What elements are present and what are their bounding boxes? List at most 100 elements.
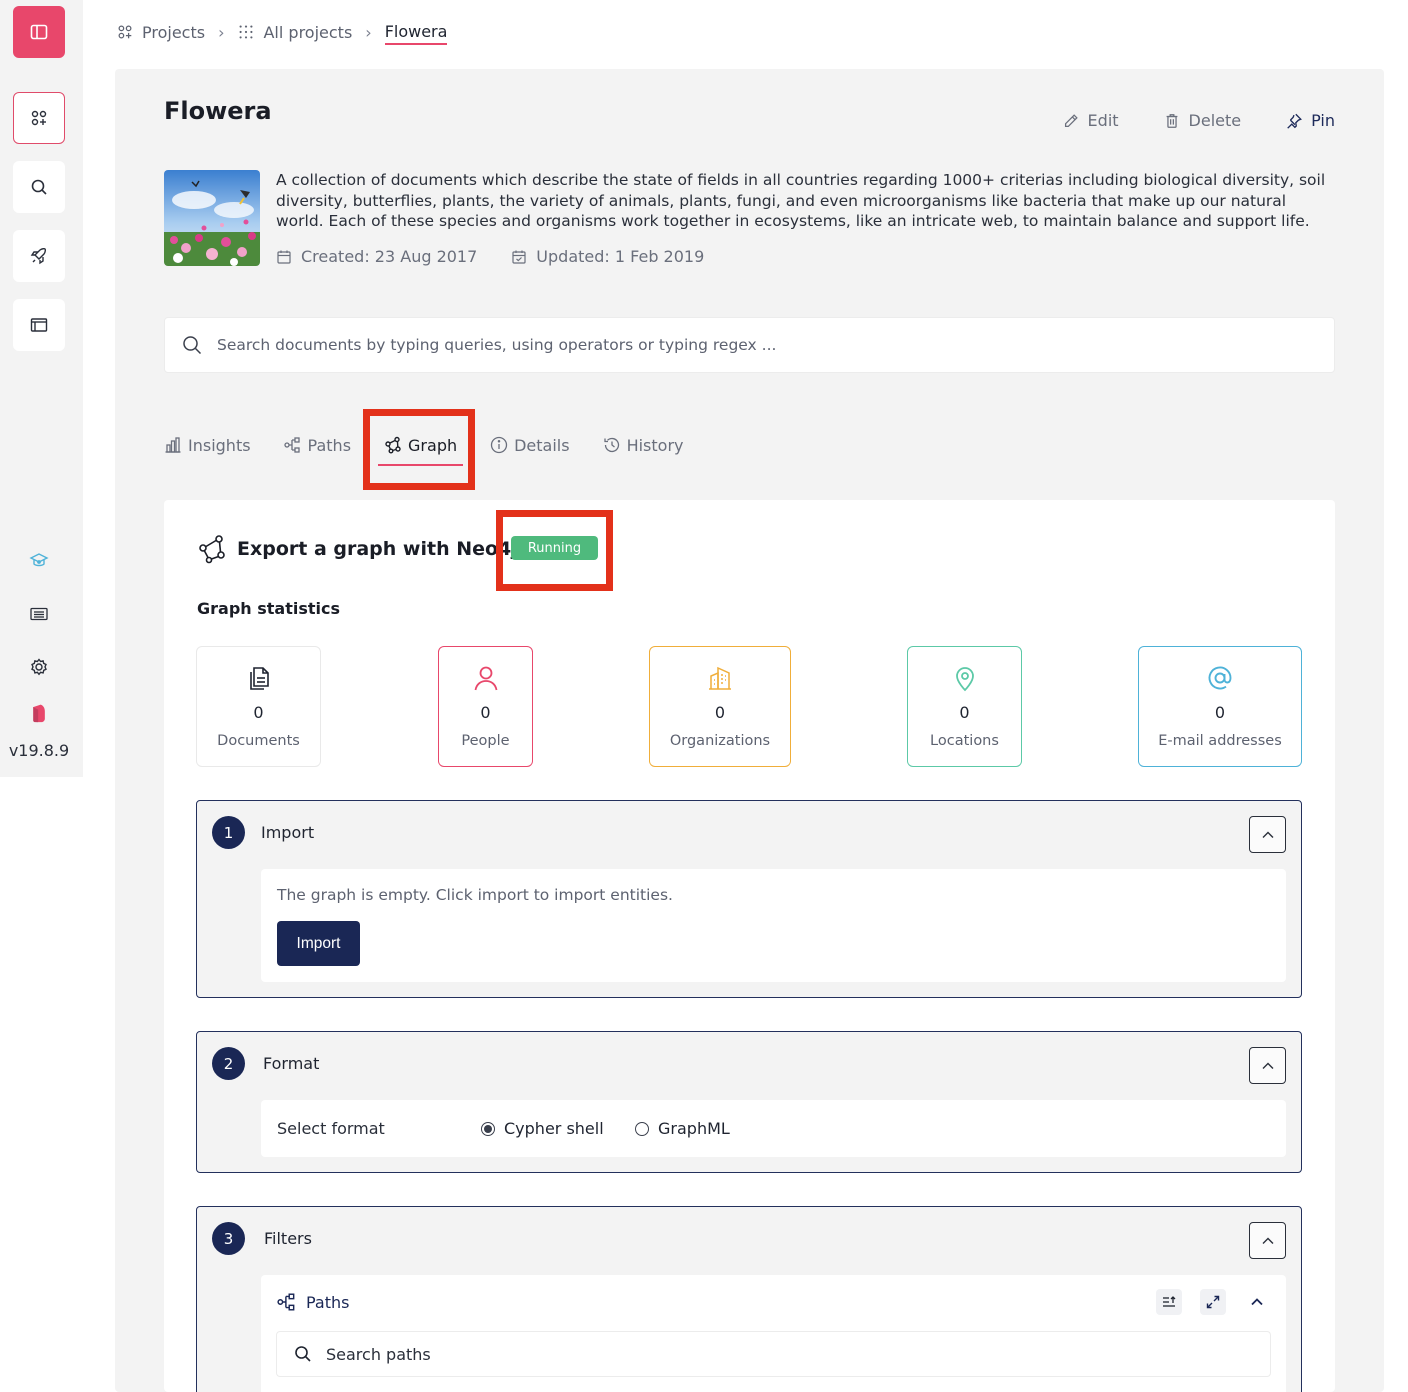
delete-label: Delete	[1188, 111, 1242, 130]
tab-history[interactable]: History	[603, 426, 684, 464]
edit-button[interactable]: Edit	[1062, 111, 1119, 130]
step-number: 2	[212, 1047, 245, 1080]
import-panel: The graph is empty. Click import to impo…	[261, 869, 1286, 982]
pin-button[interactable]: Pin	[1285, 111, 1335, 130]
paths-filter-tools	[1156, 1289, 1270, 1315]
format-option-cypher-shell[interactable]: Cypher shell	[481, 1119, 604, 1138]
format-section-title: Format	[263, 1054, 320, 1073]
stat-email-addresses-label: E-mail addresses	[1158, 733, 1282, 749]
project-actions: Edit Delete Pin	[1062, 111, 1335, 130]
stat-organizations-label: Organizations	[669, 733, 771, 749]
breadcrumb-all-projects[interactable]: All projects	[237, 23, 352, 42]
step-number: 3	[212, 1222, 245, 1255]
chevron-right-icon: ›	[218, 22, 225, 42]
search-icon	[183, 336, 202, 355]
search-icon	[295, 1346, 311, 1362]
paths-search-bar	[276, 1331, 1271, 1377]
breadcrumb: Projects › All projects › Flowera	[116, 18, 448, 46]
stat-email-addresses[interactable]: 0 E-mail addresses	[1138, 646, 1302, 767]
faq-button[interactable]	[28, 549, 50, 571]
sidebar-search-button[interactable]	[13, 161, 65, 213]
gear-icon	[31, 658, 47, 676]
pencil-icon	[1064, 113, 1078, 127]
expand-icon	[1206, 1295, 1220, 1309]
info-icon	[490, 436, 508, 454]
sidebar-window-button[interactable]	[13, 299, 65, 351]
import-section-title: Import	[261, 823, 315, 842]
stat-locations-label: Locations	[930, 733, 999, 749]
sidebar-tasks-button[interactable]	[13, 230, 65, 282]
filters-section: 3 Filters Paths	[196, 1206, 1302, 1392]
graph-export-title-label: Export a graph with Neo4j	[237, 538, 518, 560]
stat-locations-value: 0	[959, 703, 970, 722]
document-search-input[interactable]	[217, 336, 1334, 354]
toggle-sidebar-button[interactable]	[13, 6, 65, 58]
stat-locations[interactable]: 0 Locations	[907, 646, 1022, 767]
graph-statistics-title: Graph statistics	[197, 599, 340, 618]
tree-icon	[283, 437, 300, 453]
breadcrumb-projects[interactable]: Projects	[116, 23, 205, 42]
collapse-import-button[interactable]	[1249, 816, 1286, 853]
tab-paths-label: Paths	[307, 435, 352, 455]
graph-icon	[199, 535, 225, 564]
import-section: 1 Import The graph is empty. Click impor…	[196, 800, 1302, 998]
project-description: A collection of documents which describe…	[276, 171, 1326, 230]
radio-selected-icon	[481, 1121, 495, 1136]
graph-export-title: Export a graph with Neo4j	[197, 534, 518, 564]
history-icon	[603, 437, 619, 453]
format-option-cypher-shell-label: Cypher shell	[504, 1119, 604, 1138]
tab-paths[interactable]: Paths	[283, 426, 352, 464]
paths-filter-header[interactable]: Paths	[277, 1292, 349, 1312]
window-icon	[30, 318, 48, 332]
stat-organizations[interactable]: 0 Organizations	[649, 646, 791, 767]
shortcuts-button[interactable]	[28, 603, 50, 625]
chevron-up-icon	[1262, 1237, 1273, 1244]
settings-button[interactable]	[28, 656, 50, 678]
chevron-right-icon: ›	[365, 22, 372, 42]
projects-icon	[31, 110, 47, 126]
stat-documents-label: Documents	[217, 733, 300, 749]
import-button[interactable]: Import	[277, 921, 360, 966]
breadcrumb-all-projects-label: All projects	[263, 22, 353, 42]
created-date: Created: 23 Aug 2017	[276, 247, 477, 266]
breadcrumb-projects-label: Projects	[142, 22, 206, 42]
tab-insights[interactable]: Insights	[164, 426, 251, 464]
project-dates: Created: 23 Aug 2017 Updated: 1 Feb 2019	[276, 247, 704, 266]
sidebar-projects-button[interactable]	[13, 92, 65, 144]
collapse-format-button[interactable]	[1249, 1047, 1286, 1084]
bar-chart-icon	[165, 437, 181, 453]
paths-search-input[interactable]	[326, 1344, 1270, 1364]
chevron-up-icon	[1262, 831, 1273, 838]
graph-tab-highlight	[363, 409, 475, 490]
filters-section-title: Filters	[264, 1229, 312, 1248]
tab-insights-label: Insights	[188, 435, 251, 455]
expand-paths-button[interactable]	[1200, 1289, 1226, 1315]
updated-date: Updated: 1 Feb 2019	[511, 247, 704, 266]
keyboard-icon	[30, 607, 48, 621]
stat-people[interactable]: 0 People	[438, 646, 533, 767]
trash-icon	[1166, 113, 1177, 128]
delete-button[interactable]: Delete	[1163, 111, 1242, 130]
app-logo	[28, 702, 50, 724]
collapse-paths-button[interactable]	[1244, 1289, 1270, 1315]
stat-people-label: People	[461, 733, 510, 749]
format-option-graphml[interactable]: GraphML	[635, 1119, 730, 1138]
stat-email-addresses-value: 0	[1214, 703, 1226, 722]
app-version: v19.8.9	[8, 741, 70, 760]
radio-unselected-icon	[635, 1121, 649, 1136]
edit-label: Edit	[1087, 111, 1119, 130]
location-pin-icon	[955, 667, 974, 692]
tab-details[interactable]: Details	[490, 426, 570, 464]
project-panel: Flowera Edit Delete Pin A collection of …	[115, 69, 1384, 1392]
stat-documents[interactable]: 0 Documents	[196, 646, 321, 767]
page-title: Flowera	[164, 97, 272, 125]
sort-paths-button[interactable]	[1156, 1289, 1182, 1315]
breadcrumb-current[interactable]: Flowera	[384, 22, 448, 45]
step-number: 1	[212, 816, 245, 849]
projects-icon	[118, 25, 132, 39]
sidebar: v19.8.9	[0, 0, 83, 777]
collapse-filters-button[interactable]	[1249, 1222, 1286, 1259]
sidebar-toggle-icon	[30, 24, 48, 40]
document-search-bar	[164, 317, 1335, 373]
stat-people-value: 0	[480, 703, 491, 722]
